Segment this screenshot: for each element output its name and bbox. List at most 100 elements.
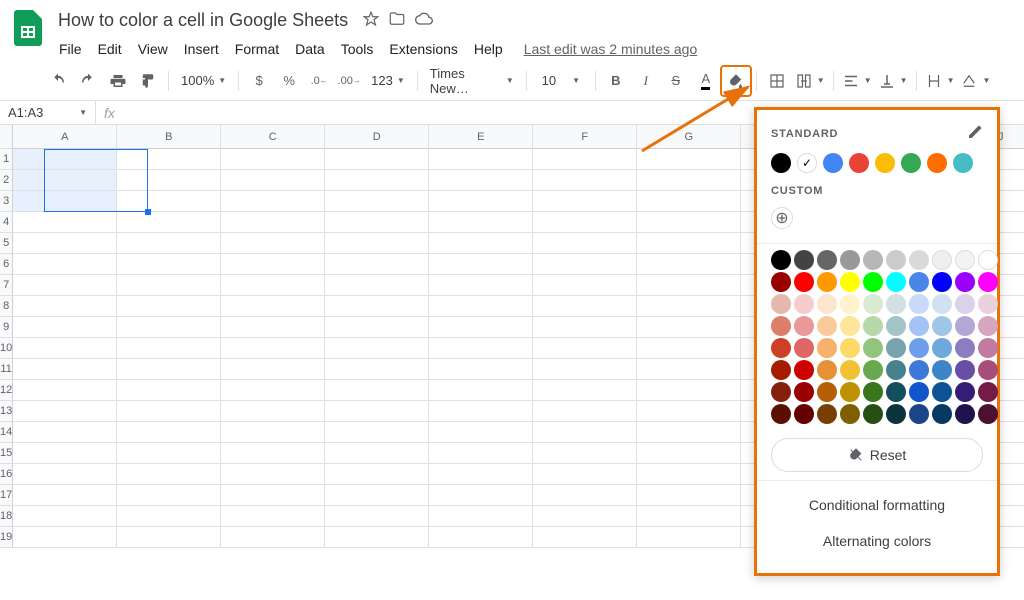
cell[interactable] bbox=[117, 359, 221, 380]
palette-swatch[interactable] bbox=[978, 360, 998, 380]
cell[interactable] bbox=[13, 401, 117, 422]
merge-cells-dropdown[interactable]: ▼ bbox=[793, 67, 827, 95]
cell[interactable] bbox=[221, 170, 325, 191]
palette-swatch[interactable] bbox=[955, 404, 975, 424]
decrease-decimal-button[interactable]: .0← bbox=[305, 67, 333, 95]
cell[interactable] bbox=[533, 191, 637, 212]
cell[interactable] bbox=[325, 422, 429, 443]
fill-color-button[interactable] bbox=[722, 67, 750, 95]
cell[interactable] bbox=[325, 233, 429, 254]
cell[interactable] bbox=[221, 380, 325, 401]
row-header[interactable]: 9 bbox=[0, 317, 13, 338]
cell[interactable] bbox=[637, 296, 741, 317]
cell[interactable] bbox=[117, 422, 221, 443]
cell[interactable] bbox=[13, 527, 117, 548]
cell[interactable] bbox=[637, 485, 741, 506]
palette-swatch[interactable] bbox=[932, 404, 952, 424]
undo-button[interactable] bbox=[44, 67, 72, 95]
cell[interactable] bbox=[325, 170, 429, 191]
cell[interactable] bbox=[221, 317, 325, 338]
palette-swatch[interactable] bbox=[817, 338, 837, 358]
cell[interactable] bbox=[221, 191, 325, 212]
palette-swatch[interactable] bbox=[978, 272, 998, 292]
cell[interactable] bbox=[429, 422, 533, 443]
palette-swatch[interactable] bbox=[955, 294, 975, 314]
cell[interactable] bbox=[533, 401, 637, 422]
cell[interactable] bbox=[325, 338, 429, 359]
cell[interactable] bbox=[429, 191, 533, 212]
menu-help[interactable]: Help bbox=[467, 37, 510, 61]
italic-button[interactable]: I bbox=[632, 67, 660, 95]
cell[interactable] bbox=[13, 422, 117, 443]
color-swatch-yellow[interactable] bbox=[875, 153, 895, 173]
row-header[interactable]: 7 bbox=[0, 275, 13, 296]
palette-swatch[interactable] bbox=[978, 338, 998, 358]
cell[interactable] bbox=[533, 485, 637, 506]
menu-data[interactable]: Data bbox=[288, 37, 332, 61]
palette-swatch[interactable] bbox=[932, 316, 952, 336]
palette-swatch[interactable] bbox=[863, 294, 883, 314]
palette-swatch[interactable] bbox=[794, 316, 814, 336]
palette-swatch[interactable] bbox=[886, 316, 906, 336]
column-header[interactable]: F bbox=[533, 125, 637, 149]
cell[interactable] bbox=[637, 359, 741, 380]
cell[interactable] bbox=[533, 527, 637, 548]
cell[interactable] bbox=[117, 275, 221, 296]
palette-swatch[interactable] bbox=[771, 404, 791, 424]
cell[interactable] bbox=[325, 317, 429, 338]
cell[interactable] bbox=[221, 233, 325, 254]
cell[interactable] bbox=[117, 212, 221, 233]
cell[interactable] bbox=[221, 401, 325, 422]
cell[interactable] bbox=[325, 296, 429, 317]
cell[interactable] bbox=[221, 254, 325, 275]
cell[interactable] bbox=[637, 506, 741, 527]
text-wrap-dropdown[interactable]: ▼ bbox=[923, 67, 957, 95]
palette-swatch[interactable] bbox=[771, 360, 791, 380]
column-header[interactable]: B bbox=[117, 125, 221, 149]
palette-swatch[interactable] bbox=[955, 272, 975, 292]
column-header[interactable]: A bbox=[13, 125, 117, 149]
alternating-colors-link[interactable]: Alternating colors bbox=[771, 523, 983, 559]
cell[interactable] bbox=[533, 317, 637, 338]
cell[interactable] bbox=[637, 191, 741, 212]
cell[interactable] bbox=[117, 338, 221, 359]
row-header[interactable]: 1 bbox=[0, 149, 13, 170]
edit-icon[interactable] bbox=[967, 124, 983, 143]
row-header[interactable]: 16 bbox=[0, 464, 13, 485]
palette-swatch[interactable] bbox=[840, 250, 860, 270]
cell[interactable] bbox=[533, 296, 637, 317]
font-size-dropdown[interactable]: 10▼ bbox=[533, 67, 589, 95]
palette-swatch[interactable] bbox=[978, 316, 998, 336]
palette-swatch[interactable] bbox=[932, 338, 952, 358]
cloud-status-icon[interactable] bbox=[414, 9, 434, 32]
palette-swatch[interactable] bbox=[817, 272, 837, 292]
palette-swatch[interactable] bbox=[909, 250, 929, 270]
cell[interactable] bbox=[325, 149, 429, 170]
cell[interactable] bbox=[13, 149, 117, 170]
cell[interactable] bbox=[325, 401, 429, 422]
palette-swatch[interactable] bbox=[771, 250, 791, 270]
palette-swatch[interactable] bbox=[886, 404, 906, 424]
cell[interactable] bbox=[13, 275, 117, 296]
cell[interactable] bbox=[117, 464, 221, 485]
row-header[interactable]: 3 bbox=[0, 191, 13, 212]
palette-swatch[interactable] bbox=[886, 272, 906, 292]
cell[interactable] bbox=[221, 149, 325, 170]
palette-swatch[interactable] bbox=[840, 360, 860, 380]
cell[interactable] bbox=[117, 149, 221, 170]
conditional-formatting-link[interactable]: Conditional formatting bbox=[771, 487, 983, 523]
palette-swatch[interactable] bbox=[817, 360, 837, 380]
cell[interactable] bbox=[533, 212, 637, 233]
cell[interactable] bbox=[117, 170, 221, 191]
cell[interactable] bbox=[13, 338, 117, 359]
horizontal-align-dropdown[interactable]: ▼ bbox=[840, 67, 874, 95]
cell[interactable] bbox=[429, 485, 533, 506]
font-dropdown[interactable]: Times New…▼ bbox=[424, 67, 520, 95]
color-swatch-blue[interactable] bbox=[823, 153, 843, 173]
row-header[interactable]: 8 bbox=[0, 296, 13, 317]
cell[interactable] bbox=[221, 506, 325, 527]
cell[interactable] bbox=[325, 380, 429, 401]
cell[interactable] bbox=[117, 317, 221, 338]
cell[interactable] bbox=[429, 254, 533, 275]
cell[interactable] bbox=[429, 338, 533, 359]
